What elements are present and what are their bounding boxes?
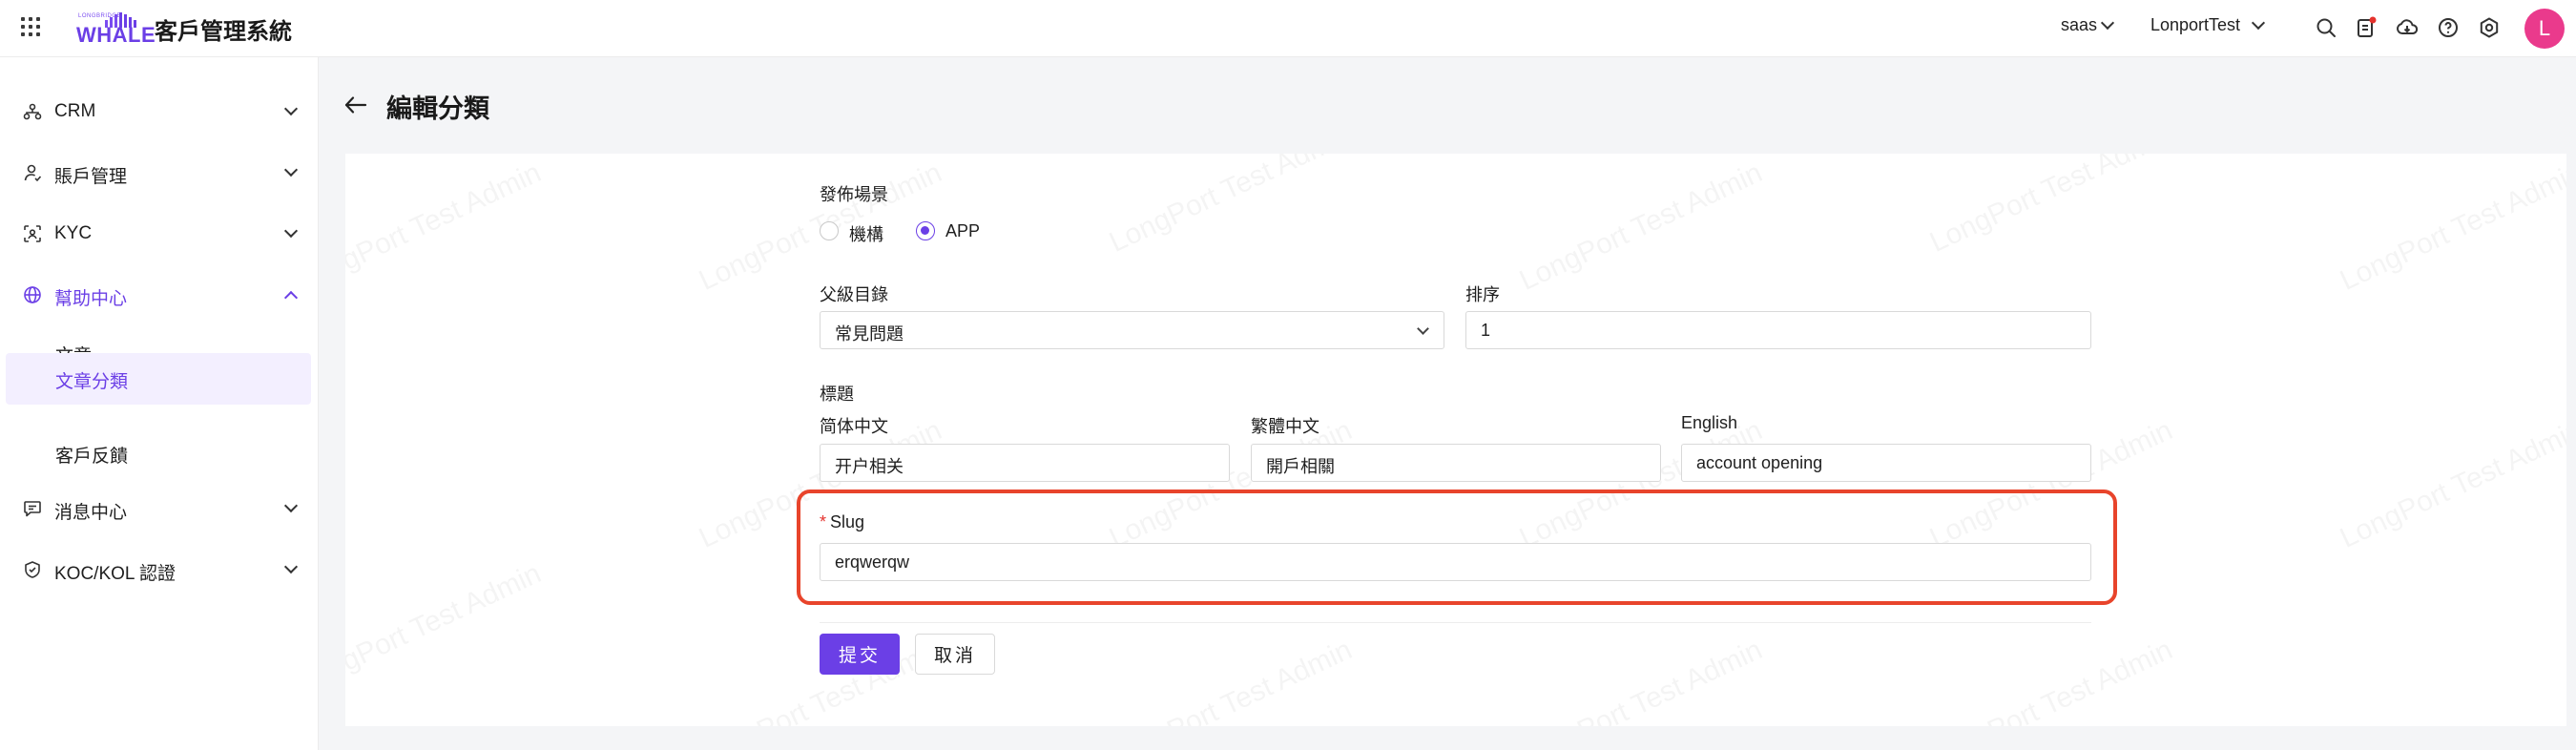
chevron-down-icon [283, 498, 299, 513]
watermark: LongPort Test Admin [1925, 154, 2178, 260]
help-icon[interactable] [2437, 16, 2460, 39]
settings-icon[interactable] [2478, 16, 2501, 39]
title-en-label: English [1681, 413, 1738, 432]
tenant-dropdown[interactable]: saas [2061, 15, 2115, 35]
org-label: LonportTest [2150, 15, 2241, 34]
sidebar-subitem-label: 客戶反饋 [55, 447, 129, 467]
crm-network-icon [23, 103, 42, 120]
scene-radio-app[interactable] [916, 221, 935, 240]
watermark: LongPort Test Admin [1105, 154, 1358, 260]
sidebar-item-help-center[interactable]: 幫助中心 [0, 270, 319, 320]
chevron-up-icon [283, 290, 299, 305]
chevron-down-icon [283, 101, 299, 116]
avatar[interactable]: L [2524, 9, 2565, 49]
chevron-down-icon [283, 162, 299, 177]
parent-category-value: 常見問題 [835, 324, 904, 344]
user-icon [24, 164, 42, 182]
chevron-down-icon [283, 559, 299, 574]
sidebar-item-label: KOC/KOL 認證 [54, 564, 177, 584]
sidebar-item-koc-kol[interactable]: KOC/KOL 認證 [0, 545, 319, 594]
watermark: LongPort Test Admin [1515, 634, 1768, 726]
sidebar-item-label: CRM [54, 101, 96, 121]
form-card: LongPort Test Admin LongPort Test Admin … [345, 154, 2566, 726]
scene-radio-institution[interactable] [820, 221, 839, 240]
top-header: LONGBRIDGE WHALE 客戶管理系統 saas LonportTest… [0, 0, 2576, 57]
sidebar-subitem-label: 文章分類 [55, 372, 129, 392]
watermark: LongPort Test Admin [345, 557, 547, 698]
watermark: LongPort Test Admin [345, 156, 547, 298]
sidebar-item-kyc[interactable]: KYC [0, 209, 319, 259]
watermark: LongPort Test Admin [1515, 156, 1768, 298]
title-sc-label: 简体中文 [820, 417, 888, 436]
logo-word: WHALE [76, 23, 156, 47]
parent-category-label: 父級目錄 [820, 285, 888, 304]
watermark: LongPort Test Admin [2336, 156, 2566, 298]
title-label: 標題 [820, 385, 854, 404]
watermark: LongPort Test Admin [1105, 634, 1358, 726]
watermark: LongPort Test Admin [1925, 634, 2178, 726]
page-title: 編輯分類 [386, 94, 489, 123]
whale-logo: LONGBRIDGE WHALE [73, 8, 156, 47]
sidebar-item-label: KYC [54, 223, 93, 243]
title-en-value: account opening [1696, 453, 1823, 472]
sort-input[interactable]: 1 [1465, 311, 2091, 349]
tenant-label: saas [2061, 15, 2098, 34]
title-sc-input[interactable]: 开户相关 [820, 444, 1230, 482]
notification-doc-icon[interactable] [2355, 16, 2378, 39]
sidebar: CRM 賬戶管理 KYC 幫助中心 文章 文章分類 [0, 57, 319, 750]
sort-label: 排序 [1465, 285, 1500, 304]
scene-option-label: 機構 [849, 225, 883, 244]
search-icon[interactable] [2315, 16, 2337, 39]
scene-option-label: APP [945, 221, 981, 240]
cloud-download-icon[interactable] [2396, 16, 2419, 39]
chevron-down-icon [2251, 15, 2266, 31]
app-grid-icon[interactable] [19, 15, 42, 38]
sidebar-item-account[interactable]: 賬戶管理 [0, 148, 319, 198]
sidebar-subitem-article-categories[interactable]: 文章分類 [6, 353, 311, 405]
sidebar-item-label: 幫助中心 [54, 289, 128, 309]
submit-button[interactable]: 提交 [820, 634, 900, 675]
watermark: LongPort Test Admin [2336, 414, 2566, 555]
scene-label: 發佈場景 [820, 185, 888, 204]
sidebar-item-label: 消息中心 [54, 503, 128, 523]
message-icon [24, 501, 41, 517]
app-title: 客戶管理系統 [155, 19, 292, 45]
sidebar-item-crm[interactable]: CRM [0, 87, 319, 136]
sort-value: 1 [1481, 321, 1491, 340]
title-tc-input[interactable]: 開戶相關 [1251, 444, 1661, 482]
shield-icon [25, 561, 40, 578]
org-dropdown[interactable]: LonportTest [2150, 15, 2266, 35]
sidebar-subitem-customer-feedback[interactable]: 客戶反饋 [6, 427, 311, 477]
globe-icon [24, 286, 41, 303]
chevron-down-icon [283, 223, 299, 239]
parent-category-select[interactable]: 常見問題 [820, 311, 1444, 349]
back-arrow-icon[interactable] [343, 94, 368, 116]
cancel-button[interactable]: 取消 [915, 634, 995, 675]
sidebar-item-label: 賬戶管理 [54, 167, 128, 187]
sidebar-item-message-center[interactable]: 消息中心 [0, 484, 319, 533]
slug-highlight-box [797, 490, 2117, 605]
face-scan-icon [24, 225, 41, 242]
title-tc-label: 繁體中文 [1251, 417, 1319, 436]
title-sc-value: 开户相关 [835, 457, 904, 476]
logo-small-text: LONGBRIDGE [78, 13, 122, 19]
form-divider [820, 622, 2091, 623]
title-tc-value: 開戶相關 [1266, 457, 1335, 476]
chevron-down-icon [2100, 15, 2115, 31]
title-en-input[interactable]: account opening [1681, 444, 2091, 482]
